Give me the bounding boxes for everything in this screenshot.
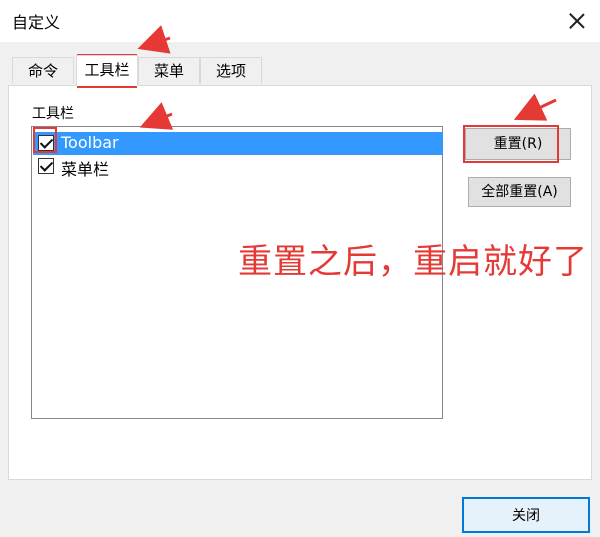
arrow-to-checkbox: [139, 102, 174, 130]
tab-toolbars[interactable]: 工具栏: [76, 55, 138, 86]
arrow-to-tab: [137, 25, 171, 54]
arrow-to-reset: [513, 93, 557, 121]
annotation-text: 重置之后，重启就好了: [238, 242, 588, 282]
